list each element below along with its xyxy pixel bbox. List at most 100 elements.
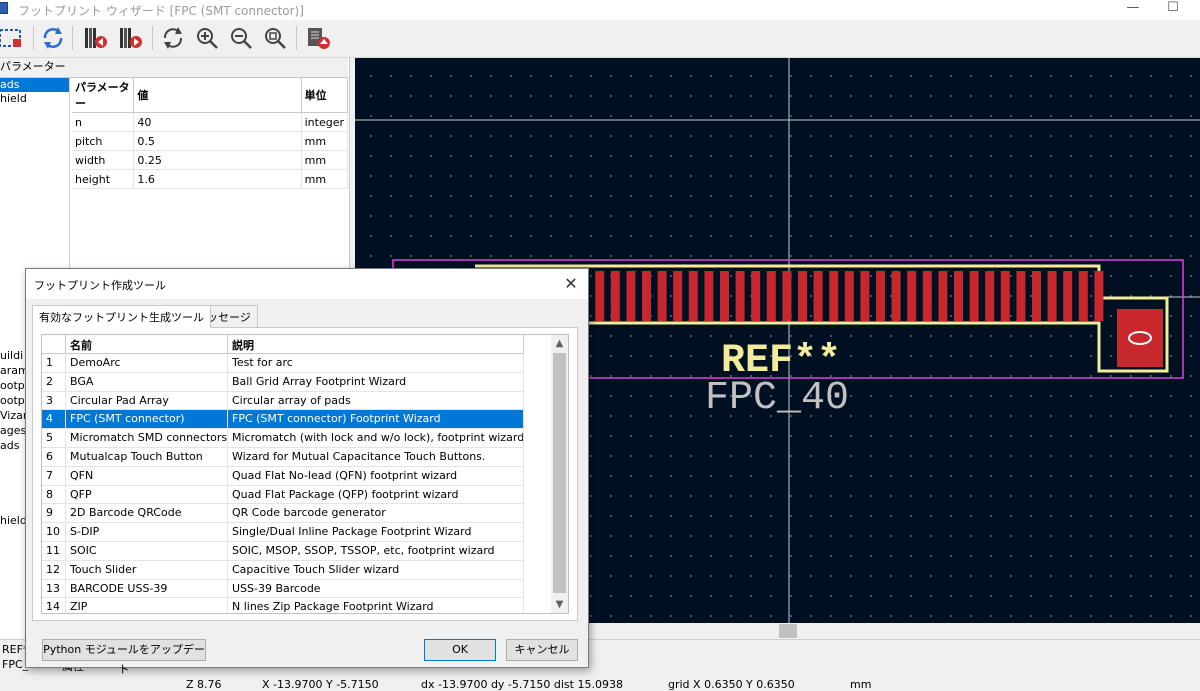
footprint-value: FPC_40: [705, 376, 849, 421]
pad: [891, 271, 901, 321]
param-value[interactable]: 40: [133, 112, 302, 132]
window-title: フットプリント ウィザード [FPC (SMT connector)]: [18, 4, 304, 18]
tab-generators[interactable]: 有効なフットプリント生成ツール: [32, 305, 211, 328]
list-item[interactable]: 3 Circular Pad Array Circular array of pad…: [42, 391, 530, 411]
list-item[interactable]: 4 FPC (SMT connector) FPC (SMT connector) …: [42, 410, 530, 430]
generator-description: Test for arc: [228, 354, 524, 373]
vertical-scrollbar[interactable]: ▲ ▼: [551, 335, 568, 613]
generator-name: 2D Barcode QRCode: [66, 504, 228, 524]
generator-description: Capacitive Touch Slider wizard: [228, 560, 524, 580]
column-header[interactable]: パラメーター: [72, 78, 135, 113]
generator-description: Micromatch (with lock and w/o lock), foo…: [228, 429, 524, 448]
row-number: 2: [42, 372, 66, 392]
parameters-header: パラメーター: [0, 58, 348, 78]
column-header[interactable]: 値: [133, 78, 302, 113]
row-number: 8: [42, 485, 66, 505]
status-grid: grid X 0.6350 Y 0.6350: [668, 678, 795, 691]
next-page-icon[interactable]: [115, 23, 145, 53]
title-bar: フットプリント ウィザード [FPC (SMT connector)] — ☐: [0, 0, 1200, 20]
generator-description: FPC (SMT connector) Footprint Wizard: [228, 410, 524, 430]
param-value[interactable]: 1.6: [133, 169, 302, 189]
pad: [985, 271, 995, 321]
zoom-fit-icon[interactable]: [260, 23, 290, 53]
redraw-icon[interactable]: [158, 23, 188, 53]
pad: [813, 271, 823, 321]
mounting-pad: [1117, 309, 1163, 367]
list-item[interactable]: 8 QFP Quad Flat Package (QFP) footprint wi…: [42, 485, 530, 505]
export-icon[interactable]: [303, 23, 333, 53]
close-icon[interactable]: ✕: [558, 272, 584, 296]
toolbar-separator: [296, 26, 297, 50]
footprint-select-icon[interactable]: [0, 23, 26, 53]
ok-button[interactable]: OK: [424, 639, 496, 661]
column-header[interactable]: 名前: [66, 335, 228, 354]
list-item[interactable]: 1 DemoArc Test for arc: [42, 354, 530, 373]
row-number: 12: [42, 560, 66, 580]
scroll-down-icon[interactable]: ▼: [551, 596, 568, 613]
generator-name: BARCODE USS-39: [66, 579, 228, 599]
param-value[interactable]: 0.5: [133, 131, 302, 151]
row-number: 14: [42, 598, 66, 613]
pad: [751, 271, 761, 321]
table-row[interactable]: pitch 0.5 mm: [72, 131, 349, 151]
generator-name: DemoArc: [66, 354, 228, 373]
update-python-modules-button[interactable]: Python モジュールをアップデート: [42, 639, 206, 676]
list-item[interactable]: 5 Micromatch SMD connectors Micromatch (wi…: [42, 429, 530, 448]
pad: [860, 271, 870, 321]
param-name: pitch: [72, 131, 135, 151]
table-row[interactable]: n 40 integer: [72, 112, 349, 132]
generator-list[interactable]: 名前 説明 1 DemoArc Test for arc 2 BGA Ball Grid …: [41, 334, 569, 614]
column-header-number[interactable]: [42, 335, 66, 354]
scroll-thumb[interactable]: [553, 353, 566, 593]
row-number: 13: [42, 579, 66, 599]
list-item[interactable]: 14 ZIP N lines Zip Package Footprint Wizar…: [42, 598, 530, 613]
pad: [704, 271, 714, 321]
list-item[interactable]: 9 2D Barcode QRCode QR Code barcode genera…: [42, 504, 530, 524]
pad: [642, 271, 651, 321]
app-icon: [0, 2, 8, 14]
zoom-out-icon[interactable]: [226, 23, 256, 53]
list-item[interactable]: 6 Mutualcap Touch Button Wizard for Mutual…: [42, 447, 530, 467]
generator-name: SOIC: [66, 541, 228, 561]
param-value[interactable]: 0.25: [133, 150, 302, 170]
dialog-titlebar: フットプリント作成ツール ✕: [26, 269, 588, 299]
status-delta: dx -13.9700 dy -5.7150 dist 15.0938: [421, 678, 623, 691]
scroll-up-icon[interactable]: ▲: [551, 335, 568, 352]
pad: [720, 271, 729, 321]
page-item[interactable]: hield: [0, 92, 69, 106]
zoom-in-icon[interactable]: [192, 23, 222, 53]
refresh-icon[interactable]: [38, 23, 68, 53]
pad: [1000, 271, 1010, 321]
status-coordinates: X -13.9700 Y -5.7150: [262, 678, 379, 691]
page-item[interactable]: ads: [0, 78, 69, 92]
list-item[interactable]: 13 BARCODE USS-39 USS-39 Barcode: [42, 579, 530, 599]
generator-name: QFP: [66, 485, 228, 505]
generator-name: Mutualcap Touch Button: [66, 447, 228, 467]
column-header[interactable]: 説明: [228, 335, 524, 354]
table-row[interactable]: width 0.25 mm: [72, 150, 349, 170]
pad: [1032, 271, 1041, 321]
generator-name: Micromatch SMD connectors: [66, 429, 228, 448]
column-header[interactable]: 単位: [301, 78, 349, 113]
param-unit: mm: [301, 169, 349, 189]
minimize-button[interactable]: —: [1118, 0, 1148, 20]
generator-description: Quad Flat No-lead (QFN) footprint wizard: [228, 466, 524, 486]
list-item[interactable]: 10 S-DIP Single/Dual Inline Package Footpr…: [42, 523, 530, 542]
pad: [782, 271, 792, 321]
pad: [907, 271, 917, 321]
prev-page-icon[interactable]: [80, 23, 110, 53]
toolbar-separator: [33, 26, 34, 50]
scroll-thumb[interactable]: [779, 624, 797, 638]
list-item[interactable]: 11 SOIC SOIC, MSOP, SSOP, TSSOP, etc, foot…: [42, 541, 530, 561]
list-item[interactable]: 7 QFN Quad Flat No-lead (QFN) footprint wi…: [42, 466, 530, 486]
generator-description: Wizard for Mutual Capacitance Touch Butt…: [228, 447, 524, 467]
cancel-button[interactable]: キャンセル: [506, 639, 578, 661]
list-item[interactable]: 12 Touch Slider Capacitive Touch Slider wi…: [42, 560, 530, 580]
generator-description: Single/Dual Inline Package Footprint Wiz…: [228, 523, 524, 542]
pad: [922, 271, 932, 321]
pad: [798, 271, 807, 321]
maximize-button[interactable]: ☐: [1158, 0, 1188, 20]
table-row[interactable]: height 1.6 mm: [72, 169, 349, 189]
list-item[interactable]: 2 BGA Ball Grid Array Footprint Wizard: [42, 372, 530, 392]
param-name: n: [72, 112, 135, 132]
